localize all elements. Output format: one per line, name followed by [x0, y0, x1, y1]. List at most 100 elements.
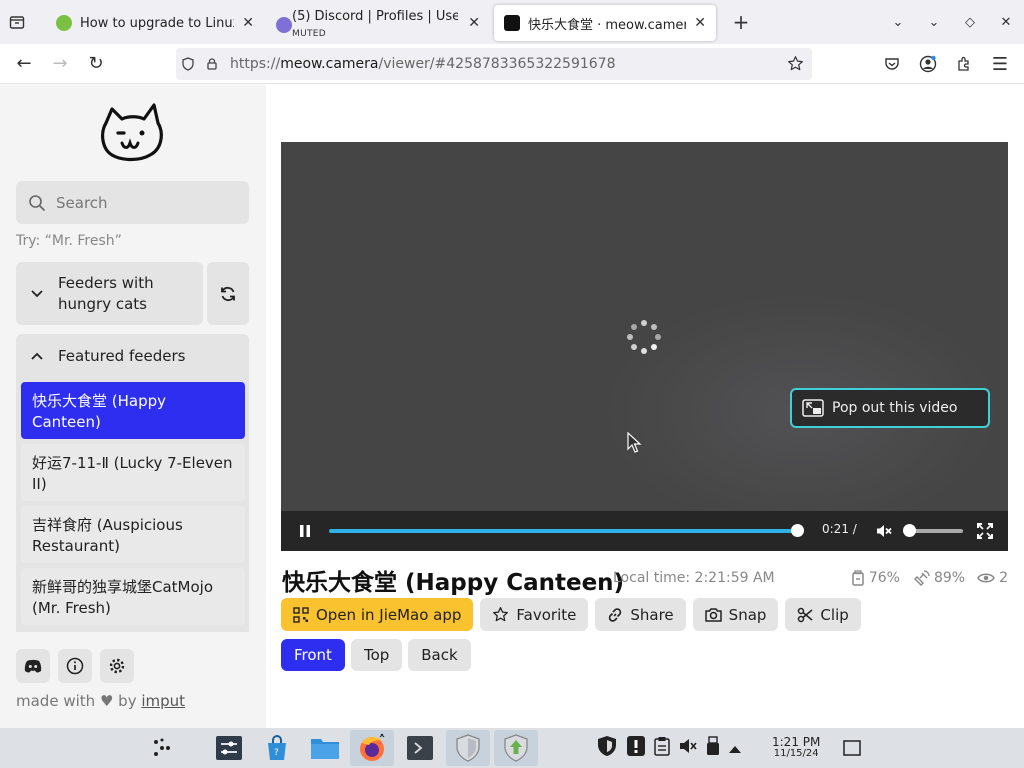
lock-icon[interactable] [200, 57, 224, 71]
menu-icon[interactable]: ☰ [982, 48, 1018, 80]
meow-camera-logo-icon [101, 103, 163, 162]
app-launcher-icon[interactable] [140, 730, 184, 766]
view-top-button[interactable]: Top [350, 639, 403, 671]
refresh-button[interactable] [207, 262, 249, 325]
reload-icon[interactable]: ↻ [78, 48, 114, 80]
feeder-item[interactable]: 好运7-11-Ⅱ (Lucky 7-Eleven II) [21, 444, 245, 501]
hungry-feeders-toggle[interactable]: Feeders with hungry cats [16, 262, 203, 325]
discord-button[interactable] [16, 649, 50, 683]
account-icon[interactable] [910, 48, 946, 80]
firefox-taskbar-icon[interactable] [350, 730, 394, 766]
author-link[interactable]: imput [141, 692, 185, 710]
open-in-app-button[interactable]: Open in JieMao app [281, 598, 474, 631]
update-manager-icon[interactable] [494, 730, 538, 766]
volume-knob[interactable] [903, 524, 916, 537]
feeder-item[interactable]: 吉祥食府 (Auspicious Restaurant) [21, 506, 245, 563]
tab-discord[interactable]: (5) Discord | Profiles | Use MUTED ✕ [270, 5, 488, 41]
gear-icon [109, 658, 125, 674]
list-tabs-icon[interactable]: ⌄ [880, 15, 916, 30]
share-button[interactable]: Share [595, 598, 686, 631]
shield-icon[interactable] [176, 57, 200, 71]
show-hidden-tray-icon[interactable] [728, 739, 742, 758]
clock[interactable]: 1:21 PM 11/15/24 [772, 736, 820, 759]
search-box[interactable] [16, 181, 249, 224]
discord-favicon-icon [276, 17, 292, 33]
pocket-icon[interactable] [874, 48, 910, 80]
minimize-icon[interactable]: ⌄ [916, 15, 952, 30]
share-label: Share [630, 605, 674, 624]
star-icon [493, 607, 509, 622]
back-icon[interactable]: ← [6, 48, 42, 80]
usb-device-icon[interactable] [706, 736, 720, 760]
tab-strip: How to upgrade to Linux M ✕ (5) Discord … [0, 0, 1024, 44]
clipboard-icon[interactable] [654, 736, 670, 760]
muted-speaker-icon[interactable] [875, 522, 893, 540]
snap-button[interactable]: Snap [692, 598, 779, 631]
extensions-icon[interactable] [946, 48, 982, 80]
fullscreen-icon[interactable] [977, 523, 993, 539]
camera-icon [704, 608, 722, 622]
made-with-text: made with [16, 692, 96, 710]
pop-out-video-button[interactable]: Pop out this video [790, 388, 990, 428]
new-tab-icon[interactable]: + [724, 0, 758, 44]
loading-spinner-icon [627, 320, 661, 354]
vpn-shield-icon[interactable] [596, 735, 618, 761]
pop-out-label: Pop out this video [832, 400, 958, 416]
view-back-button[interactable]: Back [408, 639, 471, 671]
search-input[interactable] [56, 193, 236, 212]
bookmark-star-icon[interactable] [787, 55, 804, 76]
forward-icon[interactable]: → [42, 48, 78, 80]
feeder-title: 快乐大食堂 (Happy Canteen) [282, 570, 625, 596]
taskbar: ? 1:21 PM 11/15/24 [0, 728, 1024, 768]
link-icon [609, 607, 622, 622]
terminal-icon[interactable] [398, 730, 442, 766]
tab-meow-camera[interactable]: 快乐大食堂 · meow.camera ✕ [494, 5, 716, 41]
close-tab-icon[interactable]: ✕ [242, 15, 254, 31]
close-tab-icon[interactable]: ✕ [694, 15, 706, 31]
url-host: meow.camera [280, 56, 379, 72]
video-player[interactable]: Pop out this video 0:21 / [281, 142, 1008, 551]
file-manager-icon[interactable] [303, 730, 347, 766]
snap-label: Snap [728, 605, 767, 624]
tab-linux-upgrade[interactable]: How to upgrade to Linux M ✕ [46, 5, 264, 41]
search-icon [29, 194, 45, 211]
progress-bar[interactable] [329, 529, 797, 533]
volume-muted-tray-icon[interactable] [678, 737, 698, 759]
clip-button[interactable]: Clip [785, 598, 861, 631]
maximize-icon[interactable]: ◇ [952, 15, 988, 30]
heart-icon: ♥ [99, 692, 114, 710]
scissors-icon [798, 607, 813, 622]
close-tab-icon[interactable]: ✕ [468, 15, 480, 31]
progress-knob[interactable] [791, 524, 804, 537]
picture-in-picture-icon [802, 399, 824, 417]
volume-slider[interactable] [909, 529, 963, 533]
featured-feeders-toggle[interactable]: Featured feeders [16, 334, 249, 377]
favorite-button[interactable]: Favorite [480, 598, 589, 631]
qr-code-icon [293, 606, 309, 623]
security-app-icon[interactable] [446, 730, 490, 766]
tab-muted-label: MUTED [292, 29, 326, 39]
software-store-icon[interactable]: ? [255, 730, 299, 766]
eye-icon [977, 573, 995, 583]
linux-mint-favicon-icon [56, 15, 72, 31]
battery-value: 89% [933, 570, 966, 586]
pause-icon[interactable] [299, 524, 311, 538]
settings-button[interactable] [100, 649, 134, 683]
action-buttons: Open in JieMao app Favorite Share Snap C… [281, 598, 861, 631]
close-window-icon[interactable]: ✕ [988, 15, 1024, 30]
info-button[interactable] [58, 649, 92, 683]
satellite-icon [913, 570, 930, 586]
sidebar: Try: “Mr. Fresh” Feeders with hungry cat… [0, 85, 266, 728]
feeder-item[interactable]: 快乐大食堂 (Happy Canteen) [21, 382, 245, 439]
url-bar[interactable]: https://meow.camera/viewer/#425878336532… [176, 48, 812, 80]
feeder-item[interactable]: 新鲜哥的独享城堡CatMojo (Mr. Fresh) [21, 568, 245, 625]
show-desktop-icon[interactable] [830, 730, 874, 766]
view-front-button[interactable]: Front [281, 639, 345, 671]
local-time: Local time: 2:21:59 AM [613, 570, 775, 586]
notification-alert-icon[interactable] [626, 735, 646, 761]
firefox-view-icon[interactable] [0, 0, 34, 44]
system-settings-icon[interactable] [207, 730, 251, 766]
info-icon [66, 657, 84, 675]
navigation-toolbar: ← → ↻ https://meow.camera/viewer/#425878… [0, 44, 1024, 84]
tab-title: (5) Discord | Profiles | Use [292, 9, 458, 24]
